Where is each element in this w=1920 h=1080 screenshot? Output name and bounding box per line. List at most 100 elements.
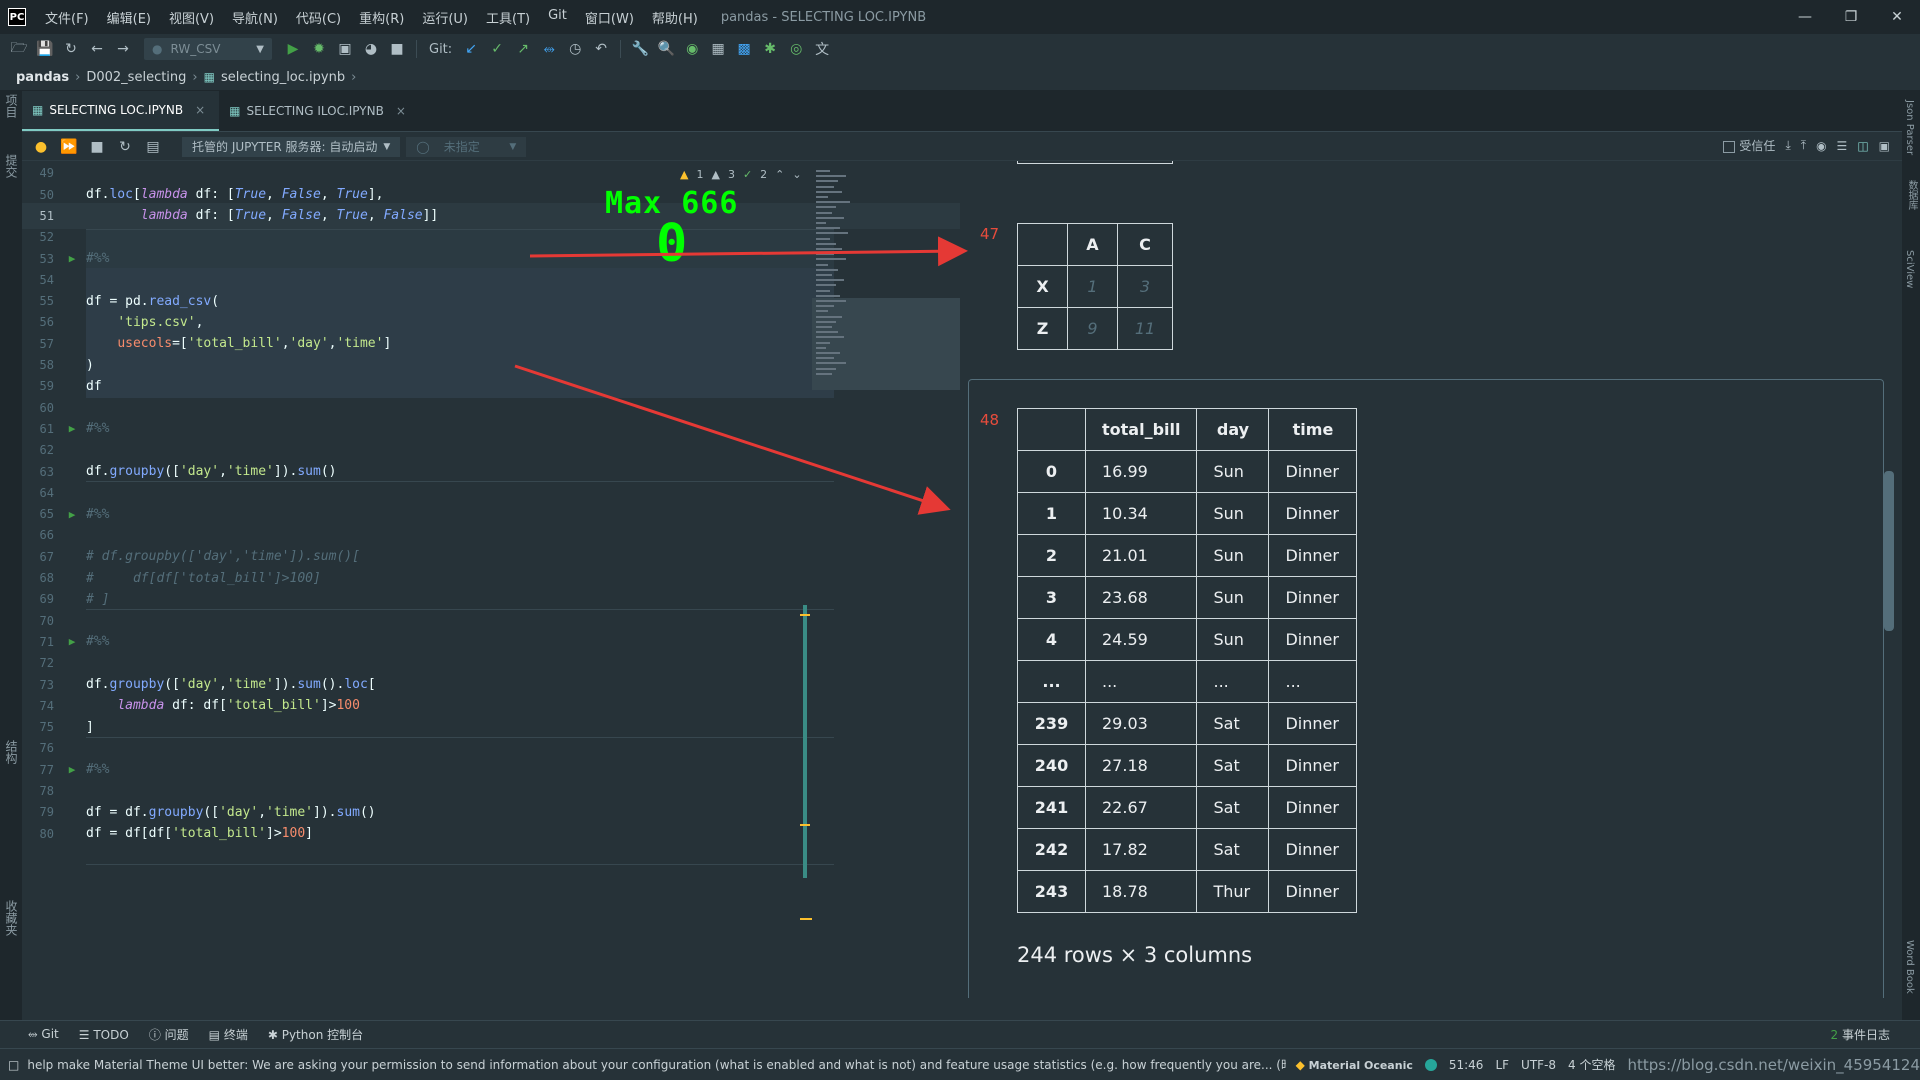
chevron-down-icon[interactable]: ⌄ [792, 168, 801, 181]
menu-tools[interactable]: 工具(T) [477, 8, 539, 27]
profile-icon[interactable]: ◕ [360, 38, 382, 60]
open-folder-icon[interactable]: 🗁 [8, 38, 30, 60]
save-icon[interactable]: 💾 [34, 38, 56, 60]
git-branch-icon[interactable]: ⥈ [538, 38, 560, 60]
stop-icon[interactable]: ■ [386, 38, 408, 60]
run-cell-icon[interactable]: ▶ [58, 635, 86, 648]
todo-tool-button[interactable]: ☰ TODO [79, 1028, 129, 1042]
menu-refactor[interactable]: 重构(R) [350, 8, 413, 27]
menu-git[interactable]: Git [539, 8, 576, 27]
code-text: df.loc[lambda df: [True, False, True], [86, 187, 384, 203]
jupyter-server-select[interactable]: 托管的 JUPYTER 服务器: 自动启动 ▼ [182, 136, 401, 157]
kernel-select[interactable]: ◯ 未指定 ▼ [406, 136, 527, 157]
breadcrumb-project[interactable]: pandas [16, 70, 69, 85]
theme-widget[interactable]: ◆ Material Oceanic [1296, 1058, 1413, 1072]
history-icon[interactable]: ◷ [564, 38, 586, 60]
code-editor[interactable]: 48▶#%%4950df.loc[lambda df: [True, False… [22, 161, 960, 998]
sync-icon[interactable]: ↻ [60, 38, 82, 60]
inspect-icon[interactable]: ◉ [681, 38, 703, 60]
indent-setting[interactable]: 4 个空格 [1568, 1056, 1615, 1073]
close-tab-icon[interactable]: × [195, 103, 205, 117]
back-arrow-icon[interactable]: ← [86, 38, 108, 60]
close-tab-icon[interactable]: × [396, 104, 406, 118]
menu-edit[interactable]: 编辑(E) [98, 8, 160, 27]
move-cell-up-icon[interactable]: ⤒ [1801, 138, 1806, 153]
event-log-button[interactable]: 2 事件日志 [1831, 1026, 1890, 1043]
word-book-tool-button[interactable]: Word Book [1904, 940, 1915, 994]
git-tool-label: Git [41, 1027, 59, 1041]
breadcrumb-file[interactable]: selecting_loc.ipynb [221, 70, 345, 85]
forward-arrow-icon[interactable]: → [112, 38, 134, 60]
clear-outputs-icon[interactable]: ▤ [142, 136, 164, 158]
structure-tool-button[interactable]: 结构 [3, 740, 20, 764]
run-configuration-select[interactable]: ● RW_CSV ▼ [144, 38, 272, 60]
status-message[interactable]: help make Material Theme UI better: We a… [27, 1056, 1285, 1073]
rollback-icon[interactable]: ↶ [590, 38, 612, 60]
terminal-tool-button[interactable]: ▤ 终端 [209, 1026, 248, 1043]
menu-file[interactable]: 文件(F) [36, 8, 98, 27]
file-encoding[interactable]: UTF-8 [1521, 1058, 1556, 1072]
run-all-icon[interactable]: ⏩ [58, 136, 80, 158]
close-icon[interactable]: ✕ [1874, 0, 1920, 34]
run-cell-icon[interactable]: ▶ [58, 763, 86, 776]
table-cell: Sat [1196, 828, 1270, 871]
chevron-up-icon[interactable]: ⌃ [775, 168, 784, 181]
menu-help[interactable]: 帮助(H) [643, 8, 707, 27]
project-tool-button[interactable]: 项目 [3, 94, 20, 118]
search-icon[interactable]: 🔍 [655, 38, 677, 60]
git-tool-button[interactable]: ⥈ Git [28, 1027, 59, 1042]
eye-icon[interactable]: ◉ [1816, 139, 1826, 153]
maximize-icon[interactable]: ❐ [1828, 0, 1874, 34]
commit-tool-button[interactable]: 提交 [3, 154, 20, 178]
menu-run[interactable]: 运行(U) [413, 8, 477, 27]
problems-tool-button[interactable]: ⓘ 问题 [149, 1026, 189, 1043]
move-cell-down-icon[interactable]: ⤓ [1785, 138, 1790, 153]
editor-only-icon[interactable]: ☰ [1837, 139, 1848, 153]
restart-kernel-icon[interactable]: ↻ [114, 136, 136, 158]
menu-window[interactable]: 窗口(W) [576, 8, 643, 27]
git-update-icon[interactable]: ↙ [460, 38, 482, 60]
wrench-icon[interactable]: 🔧 [629, 38, 651, 60]
tab-selecting-loc[interactable]: ▦ SELECTING LOC.IPYNB × [22, 91, 220, 131]
lightbulb-icon[interactable]: ● [30, 136, 52, 158]
coverage-icon[interactable]: ▣ [334, 38, 356, 60]
structure-icon[interactable]: ▦ [707, 38, 729, 60]
line-separator[interactable]: LF [1495, 1058, 1509, 1072]
menu-code[interactable]: 代码(C) [287, 8, 350, 27]
inspection-widget[interactable]: ▲ 1 ▲ 3 ✓ 2 ⌃ ⌄ [680, 168, 802, 181]
line-number: 69 [39, 592, 54, 607]
split-view-icon[interactable]: ◫ [1857, 139, 1868, 153]
database-tool-button[interactable]: 数据库 [1904, 180, 1919, 210]
git-push-icon[interactable]: ↗ [512, 38, 534, 60]
plugin-icon[interactable]: ✱ [759, 38, 781, 60]
minimap-viewport[interactable] [812, 298, 960, 390]
notification-icon[interactable]: □ [8, 1058, 19, 1072]
menu-navigate[interactable]: 导航(N) [223, 8, 287, 27]
table-index: 243 [1017, 870, 1086, 913]
code-line[interactable]: 80 df = df[df['total_bill']>100] [22, 821, 960, 847]
caret-position[interactable]: 51:46 [1449, 1058, 1484, 1072]
run-icon[interactable]: ▶ [282, 38, 304, 60]
breadcrumb-folder[interactable]: D002_selecting [86, 70, 186, 85]
translate-icon[interactable]: 文 [811, 38, 833, 60]
leetcode-icon[interactable]: ◎ [785, 38, 807, 60]
run-cell-icon[interactable]: ▶ [58, 252, 86, 265]
table-header [1017, 408, 1086, 451]
run-cell-icon[interactable]: ▶ [58, 422, 86, 435]
table-header: A [1067, 223, 1118, 266]
sciview-icon[interactable]: ▩ [733, 38, 755, 60]
output-scrollbar[interactable] [1884, 471, 1894, 631]
preview-only-icon[interactable]: ▣ [1879, 139, 1890, 153]
interrupt-kernel-icon[interactable]: ■ [86, 136, 108, 158]
favorites-tool-button[interactable]: 收藏夹 [3, 900, 20, 936]
json-parser-tool-button[interactable]: Json Parser [1904, 100, 1915, 155]
minimize-icon[interactable]: — [1782, 0, 1828, 34]
debug-icon[interactable]: ✹ [308, 38, 330, 60]
python-console-tool-button[interactable]: ✱ Python 控制台 [268, 1026, 363, 1043]
run-cell-icon[interactable]: ▶ [58, 508, 86, 521]
menu-view[interactable]: 视图(V) [160, 8, 223, 27]
git-commit-icon[interactable]: ✓ [486, 38, 508, 60]
tab-selecting-iloc[interactable]: ▦ SELECTING ILOC.IPYNB × [219, 91, 420, 131]
sciview-tool-button[interactable]: SciView [1904, 250, 1915, 288]
trusted-checkbox[interactable]: 受信任 [1723, 137, 1775, 154]
